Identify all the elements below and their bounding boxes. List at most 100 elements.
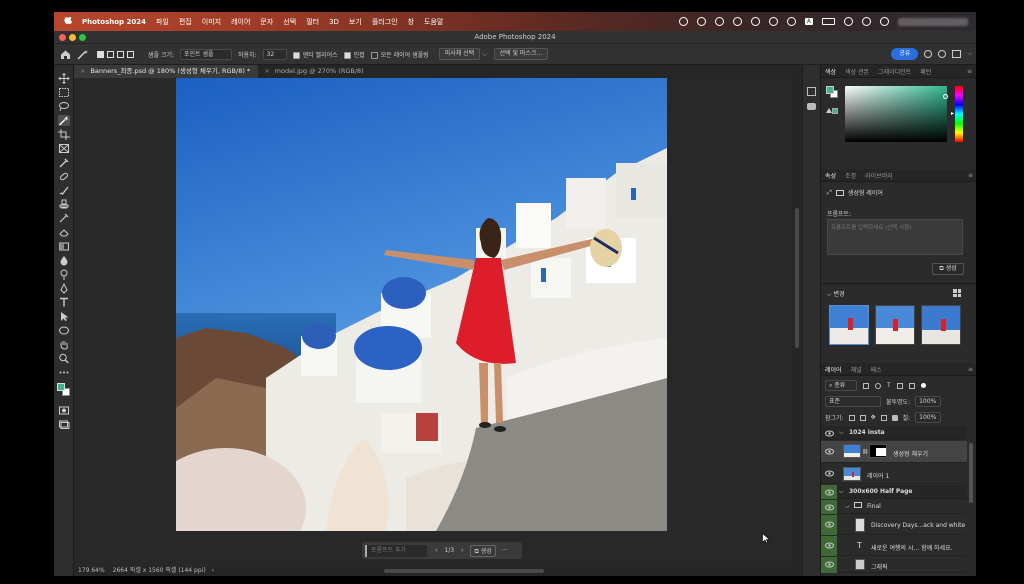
pen-tool-icon[interactable]: [58, 282, 70, 294]
frame-tool-icon[interactable]: [58, 143, 70, 154]
new-selection-icon[interactable]: [97, 50, 104, 58]
workspace-chevron-icon[interactable]: ⌵: [967, 50, 972, 58]
more-options-button[interactable]: ···: [502, 547, 508, 554]
menu-help[interactable]: 도움말: [424, 17, 443, 27]
panel-menu-icon[interactable]: ≡: [968, 366, 973, 373]
eye-icon[interactable]: [825, 469, 834, 478]
next-variation-icon[interactable]: ›: [461, 547, 463, 554]
panel-fg-swatch[interactable]: [826, 86, 834, 94]
status-icon-2[interactable]: [696, 17, 706, 26]
tab-layers[interactable]: 레이어: [825, 365, 842, 374]
menu-plugins[interactable]: 플러그인: [372, 17, 398, 27]
tab-properties[interactable]: 속성: [825, 171, 836, 180]
share-button[interactable]: 공유: [891, 48, 919, 60]
variation-thumbnail-2[interactable]: [875, 305, 915, 345]
path-selection-tool-icon[interactable]: [58, 311, 70, 322]
comments-panel-icon[interactable]: [807, 103, 816, 110]
panel-menu-icon[interactable]: ≡: [968, 172, 973, 179]
contiguous-option[interactable]: 인접: [343, 50, 365, 59]
status-expand-icon[interactable]: ›: [212, 567, 214, 574]
tab-banners-psd[interactable]: × Banners_최종.psd @ 180% (생성형 채우기, RGB/8) …: [74, 65, 259, 78]
quick-mask-icon[interactable]: [58, 405, 70, 416]
brush-tool-icon[interactable]: [58, 185, 70, 196]
eye-icon[interactable]: [825, 447, 834, 456]
close-window-button[interactable]: [59, 34, 66, 41]
search-icon[interactable]: [924, 50, 933, 58]
layer-group-1024-insta[interactable]: ⌵ 1024 insta: [821, 426, 967, 440]
filter-shape-icon[interactable]: [896, 382, 903, 389]
variation-thumbnail-3[interactable]: [921, 305, 961, 345]
menu-image[interactable]: 이미지: [202, 17, 221, 27]
clone-stamp-tool-icon[interactable]: [58, 199, 70, 210]
lock-artboard-icon[interactable]: [880, 414, 887, 421]
all-layers-option[interactable]: 모든 레이어 샘플링: [370, 50, 429, 59]
menu-filter[interactable]: 필터: [306, 17, 319, 27]
close-tab-icon[interactable]: ×: [264, 67, 269, 75]
app-menu[interactable]: Photoshop 2024: [82, 18, 146, 26]
hue-slider-handle-icon[interactable]: ▸: [951, 110, 954, 117]
menu-window[interactable]: 창: [408, 17, 414, 27]
canvas-vertical-scrollbar[interactable]: [792, 78, 802, 576]
add-selection-icon[interactable]: [107, 50, 114, 58]
more-tools-icon[interactable]: [58, 367, 70, 378]
wifi-icon[interactable]: [844, 17, 853, 26]
workspace-icon[interactable]: [952, 50, 962, 58]
history-panel-icon[interactable]: [807, 87, 816, 96]
filter-smart-object-icon[interactable]: [908, 382, 915, 389]
minimize-window-button[interactable]: [69, 34, 76, 41]
color-picker-field[interactable]: [845, 86, 947, 142]
search-icon[interactable]: [862, 17, 871, 26]
eye-icon[interactable]: [825, 503, 834, 512]
blend-mode-select[interactable]: 표준: [825, 396, 881, 407]
status-icon-4[interactable]: [750, 17, 760, 26]
chevron-down-icon[interactable]: ⌵: [839, 488, 844, 496]
screen-mode-icon[interactable]: [58, 419, 70, 430]
variation-thumbnail-1[interactable]: [829, 305, 869, 345]
battery-icon[interactable]: [822, 18, 835, 25]
lock-all-icon[interactable]: [891, 414, 898, 421]
play-icon[interactable]: [768, 17, 778, 26]
magic-wand-tool-icon[interactable]: [77, 49, 91, 60]
help-icon[interactable]: [938, 50, 947, 58]
menu-select[interactable]: 선택: [283, 17, 296, 27]
menu-view[interactable]: 보기: [349, 17, 362, 27]
variations-header[interactable]: ⌵ 변경: [827, 289, 845, 299]
input-source-icon[interactable]: A: [804, 18, 813, 25]
move-tool-icon[interactable]: [58, 73, 70, 84]
chevron-down-icon[interactable]: ⌵: [839, 429, 844, 437]
prompt-textarea[interactable]: 프롬프트를 입력하세요 (선택 사항): [827, 219, 963, 255]
tab-gradients[interactable]: 그레이디언트: [878, 67, 911, 76]
subtract-selection-icon[interactable]: [117, 50, 124, 58]
menu-layer[interactable]: 레이어: [231, 17, 250, 27]
tab-color[interactable]: 색상: [825, 67, 836, 76]
canvas-horizontal-scrollbar[interactable]: [384, 569, 544, 573]
generate-button[interactable]: ⧉ 생성: [470, 544, 496, 557]
hue-slider[interactable]: [955, 86, 963, 142]
home-icon[interactable]: [60, 49, 71, 60]
healing-brush-tool-icon[interactable]: [58, 171, 70, 182]
antialias-option[interactable]: 앤티 앨리어스: [292, 50, 338, 59]
document-image[interactable]: [176, 78, 667, 531]
color-swatches[interactable]: [57, 383, 71, 397]
eraser-tool-icon[interactable]: [58, 227, 70, 238]
layer-generative-fill[interactable]: ⛓ 생성형 채우기: [821, 441, 967, 463]
canvas-area[interactable]: 프롬프트 추가 ‹ 1/3 › ⧉ 생성 ···: [74, 78, 792, 566]
prev-variation-icon[interactable]: ‹: [435, 547, 437, 554]
tab-libraries[interactable]: 라이브러리: [865, 171, 893, 180]
zoom-window-button[interactable]: [79, 34, 86, 41]
filter-type-icon[interactable]: T: [887, 382, 891, 389]
chevron-down-icon[interactable]: ⌵: [845, 503, 850, 511]
intersect-selection-icon[interactable]: [127, 50, 134, 58]
lock-position-icon[interactable]: ✥: [871, 414, 876, 421]
properties-generate-button[interactable]: ⧉ 생성: [932, 263, 964, 275]
tab-swatches[interactable]: 색상 견본: [845, 67, 869, 76]
eye-icon[interactable]: [825, 520, 834, 529]
history-brush-tool-icon[interactable]: [58, 213, 70, 224]
lasso-tool-icon[interactable]: [58, 101, 70, 112]
magic-wand-tool-icon[interactable]: [58, 115, 70, 126]
prompt-input[interactable]: 프롬프트 추가: [365, 544, 427, 557]
eye-icon[interactable]: [825, 488, 834, 497]
eye-icon[interactable]: [825, 560, 834, 569]
opacity-input[interactable]: 100%: [915, 396, 942, 407]
chevron-down-icon[interactable]: ⌵: [482, 50, 487, 59]
